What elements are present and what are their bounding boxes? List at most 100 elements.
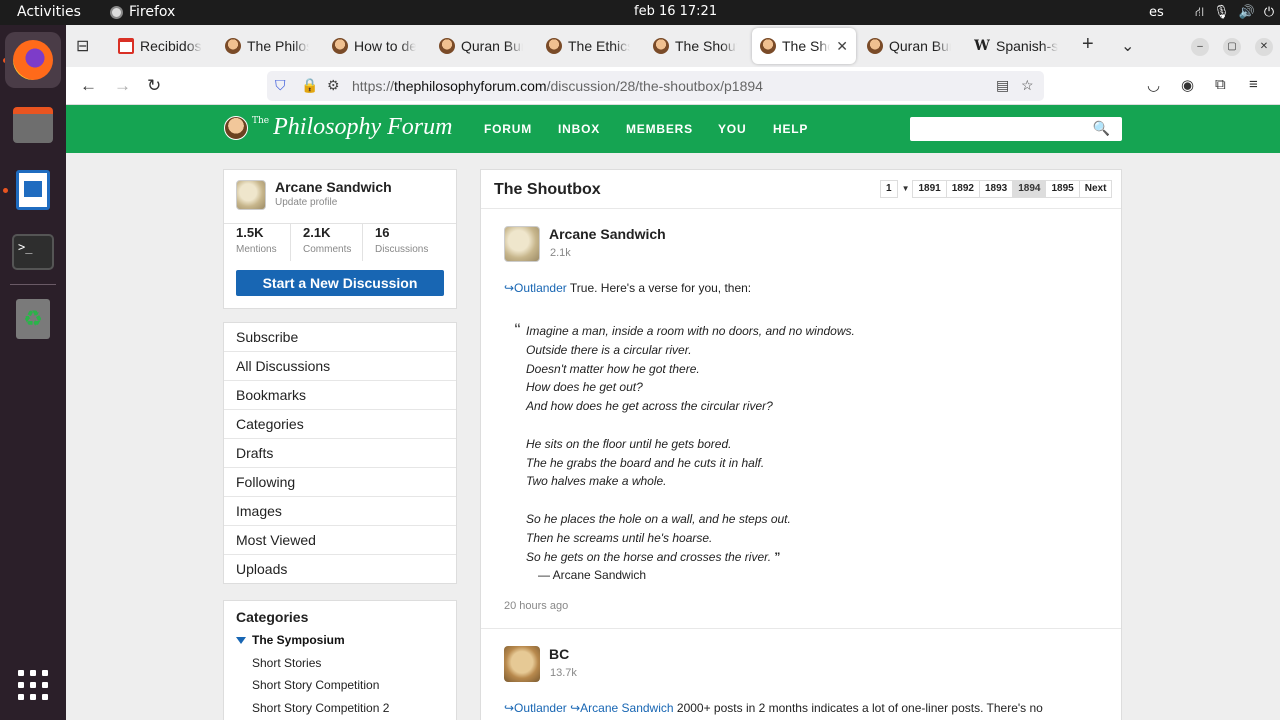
dock-files[interactable] xyxy=(5,97,61,153)
page-1893[interactable]: 1893 xyxy=(978,180,1014,198)
close-window-icon[interactable]: ✕ xyxy=(1255,38,1273,56)
site-logo[interactable]: The Philosophy Forum xyxy=(224,114,452,141)
mention-link[interactable]: ↪Arcane Sandwich xyxy=(570,701,673,715)
tab-recibidos[interactable]: Recibidos xyxy=(110,28,210,64)
app-menu[interactable]: Firefox xyxy=(110,4,175,20)
category-short-story-competition[interactable]: Short Story Competition xyxy=(252,678,379,692)
reader-view-icon[interactable]: ▤ xyxy=(996,77,1009,94)
show-apps-icon[interactable] xyxy=(18,670,48,700)
reload-icon[interactable]: ↻ xyxy=(147,76,161,96)
minimize-icon[interactable]: – xyxy=(1191,38,1209,56)
nav-inbox[interactable]: INBOX xyxy=(558,122,600,136)
comment-post: BC 13.7k ↪Outlander ↪Arcane Sandwich 200… xyxy=(481,628,1121,720)
system-tray[interactable]: ⛙ 🎙 🔊 ⏻ xyxy=(1195,5,1274,22)
stat-discussions[interactable]: 16 Discussions xyxy=(362,223,456,261)
clock[interactable]: feb 16 17:21 xyxy=(634,4,717,19)
page-first[interactable]: 1 xyxy=(880,180,898,198)
tab-how-to[interactable]: How to def xyxy=(324,28,424,64)
update-profile-link[interactable]: Update profile xyxy=(275,197,337,208)
input-language[interactable]: es xyxy=(1149,5,1164,20)
tab-quran-1[interactable]: Quran Burn xyxy=(431,28,531,64)
sidebar-item-subscribe[interactable]: Subscribe xyxy=(224,323,456,352)
sidebar-item-all-discussions[interactable]: All Discussions xyxy=(224,352,456,381)
stat-label: Mentions xyxy=(236,244,277,255)
extensions-icon[interactable]: ⧉ xyxy=(1215,76,1226,93)
url-text[interactable]: https://thephilosophyforum.com/discussio… xyxy=(352,78,763,94)
profile-name[interactable]: Arcane Sandwich xyxy=(275,179,392,195)
post-intro: ↪Outlander ↪Arcane Sandwich 2000+ posts … xyxy=(504,699,1064,717)
tab-ethics[interactable]: The Ethics xyxy=(538,28,638,64)
shield-icon[interactable]: ⛉ xyxy=(275,77,286,94)
sidebar-item-drafts[interactable]: Drafts xyxy=(224,439,456,468)
close-quote-icon: ” xyxy=(771,549,781,564)
post-timestamp[interactable]: 20 hours ago xyxy=(504,600,568,612)
permissions-icon[interactable]: ⚙ xyxy=(327,77,340,94)
stat-mentions[interactable]: 1.5K Mentions xyxy=(224,223,290,261)
page-1892[interactable]: 1892 xyxy=(945,180,980,198)
activities-button[interactable]: Activities xyxy=(17,4,81,20)
nav-members[interactable]: MEMBERS xyxy=(626,122,693,136)
tab-label: Spanish-su xyxy=(996,38,1058,54)
stat-value: 16 xyxy=(375,225,390,240)
sidebar-item-most-viewed[interactable]: Most Viewed xyxy=(224,526,456,555)
tab-label: Quran Burn xyxy=(461,38,523,54)
categories-heading: Categories xyxy=(236,609,309,625)
sidebar-item-categories[interactable]: Categories xyxy=(224,410,456,439)
search-input[interactable]: 🔍 xyxy=(910,117,1122,141)
logo-the: The xyxy=(252,116,270,126)
nav-help[interactable]: HELP xyxy=(773,122,808,136)
quote-line: Two halves make a whole. xyxy=(526,474,667,489)
post-author[interactable]: Arcane Sandwich xyxy=(549,226,666,242)
nav-forum[interactable]: FORUM xyxy=(484,122,532,136)
tab-quran-2[interactable]: Quran Burn xyxy=(859,28,959,64)
sidebar-item-images[interactable]: Images xyxy=(224,497,456,526)
mention-link[interactable]: ↪Outlander xyxy=(504,281,567,295)
back-icon[interactable]: ← xyxy=(80,76,97,96)
pocket-icon[interactable]: ◡ xyxy=(1147,76,1160,94)
stat-value: 1.5K xyxy=(236,225,264,240)
category-short-stories[interactable]: Short Stories xyxy=(252,656,321,670)
dock-writer[interactable] xyxy=(5,162,61,218)
new-tab-icon[interactable]: + xyxy=(1082,33,1094,56)
avatar[interactable] xyxy=(236,180,266,210)
post-author[interactable]: BC xyxy=(549,646,569,662)
tab-shoutbox-1[interactable]: The Shoutb xyxy=(645,28,745,64)
page-1891[interactable]: 1891 xyxy=(912,180,947,198)
sidebar-item-uploads[interactable]: Uploads xyxy=(224,555,456,584)
dock-terminal[interactable]: >_ xyxy=(5,224,61,280)
avatar[interactable] xyxy=(504,646,540,682)
page-1895[interactable]: 1895 xyxy=(1045,180,1080,198)
url-bar[interactable]: ⛉ 🔒 ⚙ https://thephilosophyforum.com/dis… xyxy=(267,71,1044,101)
account-icon[interactable]: ◉ xyxy=(1181,76,1194,94)
open-quote-icon: “ xyxy=(514,320,521,336)
chevron-down-icon[interactable]: ⌄ xyxy=(1121,36,1134,56)
list-all-tabs-icon[interactable]: ⊟ xyxy=(76,36,89,56)
avatar[interactable] xyxy=(504,226,540,262)
tab-label: How to def xyxy=(354,38,416,54)
page-dropdown-icon[interactable]: ▼ xyxy=(898,180,914,198)
tab-spanish[interactable]: W Spanish-su xyxy=(966,28,1066,64)
category-short-story-competition-2[interactable]: Short Story Competition 2 xyxy=(252,701,389,715)
nav-you[interactable]: YOU xyxy=(718,122,746,136)
mention-link[interactable]: ↪Outlander xyxy=(504,701,567,715)
maximize-icon[interactable]: ▢ xyxy=(1223,38,1241,56)
dock-trash[interactable]: ♻ xyxy=(5,291,61,347)
start-new-discussion-button[interactable]: Start a New Discussion xyxy=(236,270,444,296)
sidebar-item-following[interactable]: Following xyxy=(224,468,456,497)
menu-icon[interactable]: ≡ xyxy=(1249,76,1258,93)
close-tab-icon[interactable]: ✕ xyxy=(836,38,848,55)
dock-firefox[interactable] xyxy=(5,32,61,88)
forward-icon[interactable]: → xyxy=(114,76,131,96)
lock-icon[interactable]: 🔒 xyxy=(301,77,318,94)
tab-philosophy[interactable]: The Philoso xyxy=(217,28,317,64)
bookmark-star-icon[interactable]: ☆ xyxy=(1021,77,1034,94)
page-next[interactable]: Next xyxy=(1078,180,1113,198)
quote-line: Imagine a man, inside a room with no doo… xyxy=(526,324,855,338)
stat-comments[interactable]: 2.1K Comments xyxy=(290,223,362,261)
post-text: 2000+ posts in 2 months indicates a lot … xyxy=(673,701,1043,715)
stat-label: Discussions xyxy=(375,244,429,255)
search-icon[interactable]: 🔍 xyxy=(1093,120,1110,137)
sidebar-item-bookmarks[interactable]: Bookmarks xyxy=(224,381,456,410)
category-group-symposium[interactable]: The Symposium xyxy=(236,633,345,647)
tab-shoutbox-active[interactable]: The Shou ✕ xyxy=(752,28,856,64)
